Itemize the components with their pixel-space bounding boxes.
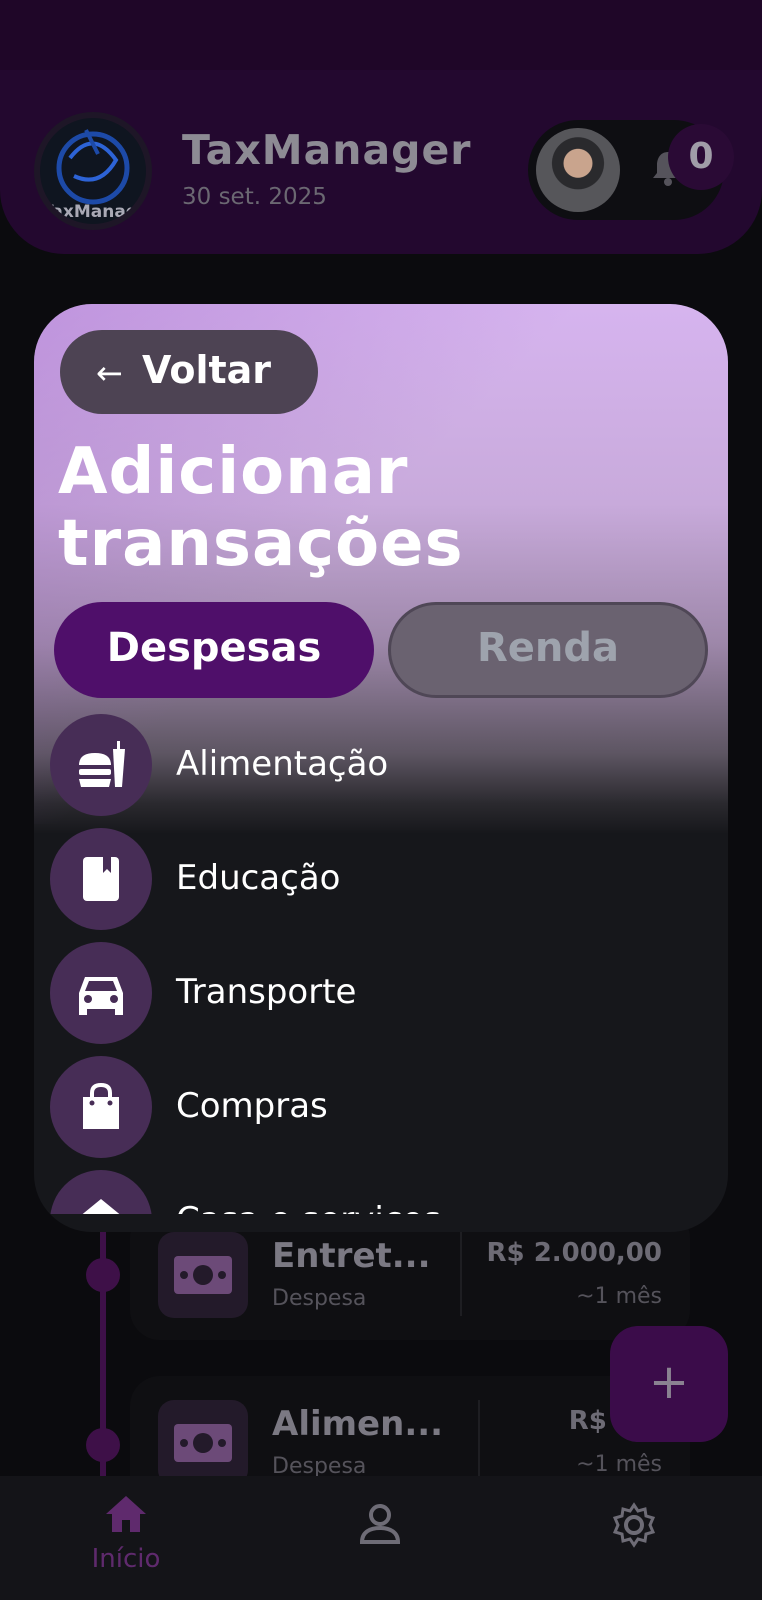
transaction-name: Alimen... <box>272 1404 444 1444</box>
house-icon <box>50 1170 152 1214</box>
transaction-time: ~1 mês <box>576 1284 662 1309</box>
status-bar-area <box>0 0 762 70</box>
category-item-casa[interactable]: Casa e serviços <box>50 1170 710 1214</box>
category-label: Educação <box>176 858 341 898</box>
category-item-transporte[interactable]: Transporte <box>50 942 710 1044</box>
arrow-left-icon: ← <box>96 354 123 392</box>
card-divider <box>478 1400 480 1484</box>
nav-item-home[interactable]: Início <box>56 1494 196 1594</box>
category-label: Casa e serviços <box>176 1200 441 1214</box>
nav-label-home: Início <box>91 1544 161 1574</box>
add-transaction-button[interactable]: + <box>610 1326 728 1442</box>
category-label: Alimentação <box>176 744 389 784</box>
home-icon <box>106 1496 146 1532</box>
category-list[interactable]: Alimentação Educação Transporte Compras <box>50 714 710 1214</box>
car-icon <box>50 942 152 1044</box>
current-date: 30 set. 2025 <box>182 184 327 210</box>
money-icon <box>158 1400 248 1486</box>
book-icon <box>50 828 152 930</box>
card-divider <box>460 1232 462 1316</box>
category-label: Compras <box>176 1086 328 1126</box>
back-button[interactable]: ← Voltar <box>60 330 318 414</box>
screen: TaxManager TaxManager 30 set. 2025 0 Ent… <box>0 0 762 1600</box>
nav-item-settings[interactable] <box>564 1494 704 1594</box>
shopping-bag-icon <box>50 1056 152 1158</box>
food-icon <box>50 714 152 816</box>
settings-icon <box>612 1502 656 1548</box>
category-item-alimentacao[interactable]: Alimentação <box>50 714 710 816</box>
transaction-time: ~1 mês <box>576 1452 662 1477</box>
app-title: TaxManager <box>182 126 472 174</box>
transaction-amount: R$ 2.000,00 <box>486 1238 662 1268</box>
timeline-dot <box>86 1428 120 1462</box>
modal-title: Adicionar transações <box>58 436 718 580</box>
money-icon <box>158 1232 248 1318</box>
transaction-name: Entret... <box>272 1236 431 1276</box>
transaction-type-tabs: Despesas Renda <box>54 602 708 698</box>
app-logo: TaxManager <box>34 112 152 230</box>
avatar[interactable] <box>536 128 620 212</box>
category-item-compras[interactable]: Compras <box>50 1056 710 1158</box>
bottom-nav: Início <box>0 1476 762 1600</box>
tab-despesas[interactable]: Despesas <box>54 602 374 698</box>
nav-item-profile[interactable] <box>310 1494 450 1594</box>
category-label: Transporte <box>176 972 357 1012</box>
notification-count-badge: 0 <box>668 124 734 190</box>
transaction-type: Despesa <box>272 1286 367 1311</box>
modal-title-line2: transações <box>58 507 464 581</box>
logo-text: TaxManager <box>42 202 150 222</box>
timeline-dot <box>86 1258 120 1292</box>
add-transaction-modal: ← Voltar Adicionar transações Despesas R… <box>34 304 728 1232</box>
back-label: Voltar <box>142 348 272 392</box>
app-header: TaxManager TaxManager 30 set. 2025 0 <box>0 0 762 254</box>
tab-renda[interactable]: Renda <box>388 602 708 698</box>
modal-title-line1: Adicionar <box>58 435 409 509</box>
profile-icon <box>359 1504 401 1544</box>
category-item-educacao[interactable]: Educação <box>50 828 710 930</box>
